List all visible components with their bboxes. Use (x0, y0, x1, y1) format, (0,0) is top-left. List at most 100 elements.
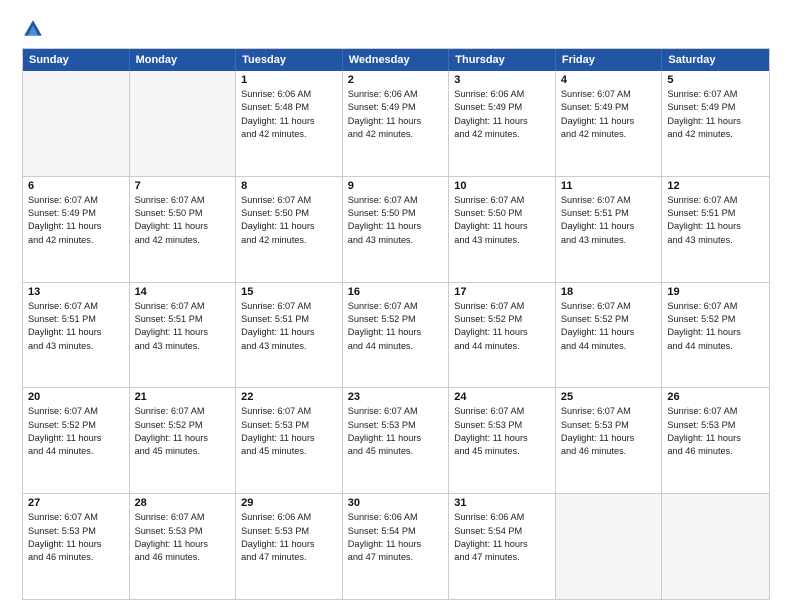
day-number: 7 (135, 180, 231, 192)
calendar-cell (23, 71, 130, 176)
day-number: 26 (667, 391, 764, 403)
header (22, 18, 770, 40)
cell-info-line: Sunset: 5:52 PM (28, 419, 124, 432)
cell-info-line: and 43 minutes. (561, 234, 657, 247)
cell-info-line: Daylight: 11 hours (454, 432, 550, 445)
cell-info-line: Daylight: 11 hours (28, 538, 124, 551)
calendar-cell: 31Sunrise: 6:06 AMSunset: 5:54 PMDayligh… (449, 494, 556, 599)
cell-info-line: Daylight: 11 hours (348, 538, 444, 551)
cell-info-line: and 42 minutes. (135, 234, 231, 247)
cell-info-line: Sunset: 5:52 PM (135, 419, 231, 432)
calendar-cell: 5Sunrise: 6:07 AMSunset: 5:49 PMDaylight… (662, 71, 769, 176)
day-number: 29 (241, 497, 337, 509)
cell-info-line: Daylight: 11 hours (241, 115, 337, 128)
cell-info-line: Sunrise: 6:07 AM (667, 194, 764, 207)
cell-info-line: Sunrise: 6:07 AM (135, 194, 231, 207)
calendar-cell: 6Sunrise: 6:07 AMSunset: 5:49 PMDaylight… (23, 177, 130, 282)
cell-info-line: Sunset: 5:49 PM (454, 101, 550, 114)
cell-info-line: and 47 minutes. (348, 551, 444, 564)
cell-info-line: Sunset: 5:51 PM (28, 313, 124, 326)
calendar-body: 1Sunrise: 6:06 AMSunset: 5:48 PMDaylight… (23, 71, 769, 599)
cell-info-line: and 46 minutes. (135, 551, 231, 564)
cell-info-line: Sunset: 5:53 PM (667, 419, 764, 432)
day-number: 1 (241, 74, 337, 86)
calendar-cell (556, 494, 663, 599)
cell-info-line: Sunset: 5:50 PM (454, 207, 550, 220)
cell-info-line: Daylight: 11 hours (454, 326, 550, 339)
cell-info-line: Sunrise: 6:07 AM (667, 300, 764, 313)
calendar-row: 1Sunrise: 6:06 AMSunset: 5:48 PMDaylight… (23, 71, 769, 176)
cell-info-line: Sunrise: 6:06 AM (241, 511, 337, 524)
day-number: 13 (28, 286, 124, 298)
cell-info-line: Sunrise: 6:07 AM (241, 405, 337, 418)
cell-info-line: and 43 minutes. (348, 234, 444, 247)
day-number: 16 (348, 286, 444, 298)
cell-info-line: Sunrise: 6:06 AM (348, 88, 444, 101)
cell-info-line: Sunset: 5:50 PM (135, 207, 231, 220)
calendar-cell (662, 494, 769, 599)
calendar-cell: 4Sunrise: 6:07 AMSunset: 5:49 PMDaylight… (556, 71, 663, 176)
calendar-cell: 18Sunrise: 6:07 AMSunset: 5:52 PMDayligh… (556, 283, 663, 388)
cell-info-line: Sunset: 5:54 PM (348, 525, 444, 538)
cell-info-line: and 42 minutes. (348, 128, 444, 141)
cell-info-line: and 46 minutes. (667, 445, 764, 458)
cell-info-line: Sunset: 5:53 PM (135, 525, 231, 538)
calendar-header: SundayMondayTuesdayWednesdayThursdayFrid… (23, 49, 769, 71)
page: SundayMondayTuesdayWednesdayThursdayFrid… (0, 0, 792, 612)
cell-info-line: Daylight: 11 hours (135, 326, 231, 339)
day-number: 5 (667, 74, 764, 86)
cell-info-line: and 45 minutes. (135, 445, 231, 458)
cell-info-line: and 44 minutes. (454, 340, 550, 353)
cell-info-line: and 44 minutes. (667, 340, 764, 353)
cell-info-line: Sunset: 5:48 PM (241, 101, 337, 114)
day-number: 12 (667, 180, 764, 192)
cell-info-line: and 43 minutes. (454, 234, 550, 247)
calendar-cell: 20Sunrise: 6:07 AMSunset: 5:52 PMDayligh… (23, 388, 130, 493)
cell-info-line: Daylight: 11 hours (454, 115, 550, 128)
day-number: 4 (561, 74, 657, 86)
cell-info-line: and 42 minutes. (28, 234, 124, 247)
calendar-cell: 1 Sunrise: 6:06 AMSunset: 5:48 PMDaylight… (236, 71, 343, 176)
cell-info-line: Daylight: 11 hours (28, 220, 124, 233)
cell-info-line: Sunrise: 6:06 AM (348, 511, 444, 524)
calendar-cell: 13Sunrise: 6:07 AMSunset: 5:51 PMDayligh… (23, 283, 130, 388)
logo (22, 18, 48, 40)
cell-info-line: Sunrise: 6:07 AM (135, 511, 231, 524)
cell-info-line: Sunset: 5:53 PM (241, 419, 337, 432)
cell-info-line: Daylight: 11 hours (28, 432, 124, 445)
cell-info-line: Sunset: 5:52 PM (348, 313, 444, 326)
cell-info-line: and 42 minutes. (241, 234, 337, 247)
calendar-cell: 12Sunrise: 6:07 AMSunset: 5:51 PMDayligh… (662, 177, 769, 282)
cell-info-line: Daylight: 11 hours (348, 115, 444, 128)
cell-info-line: Daylight: 11 hours (454, 220, 550, 233)
cell-info-line: Sunset: 5:49 PM (28, 207, 124, 220)
cell-info-line: Sunrise: 6:07 AM (561, 300, 657, 313)
cell-info-line: Sunset: 5:53 PM (561, 419, 657, 432)
cell-info-line: and 47 minutes. (241, 551, 337, 564)
cell-info-line: Daylight: 11 hours (28, 326, 124, 339)
cell-info-line: Daylight: 11 hours (241, 326, 337, 339)
cell-info-line: Daylight: 11 hours (561, 115, 657, 128)
day-number: 21 (135, 391, 231, 403)
calendar-cell: 14Sunrise: 6:07 AMSunset: 5:51 PMDayligh… (130, 283, 237, 388)
cell-info-line: Sunrise: 6:06 AM (241, 88, 337, 101)
cell-info-line: and 43 minutes. (28, 340, 124, 353)
day-number: 24 (454, 391, 550, 403)
cell-info-line: Daylight: 11 hours (667, 115, 764, 128)
day-number: 9 (348, 180, 444, 192)
cell-info-line: Sunset: 5:52 PM (454, 313, 550, 326)
cell-info-line: and 45 minutes. (241, 445, 337, 458)
cell-info-line: Sunset: 5:53 PM (28, 525, 124, 538)
cell-info-line: and 43 minutes. (241, 340, 337, 353)
cell-info-line: Sunrise: 6:07 AM (348, 300, 444, 313)
calendar-cell: 19Sunrise: 6:07 AMSunset: 5:52 PMDayligh… (662, 283, 769, 388)
cell-info-line: Sunrise: 6:07 AM (28, 405, 124, 418)
calendar-row: 6Sunrise: 6:07 AMSunset: 5:49 PMDaylight… (23, 176, 769, 282)
day-number: 8 (241, 180, 337, 192)
cell-info-line: Sunset: 5:51 PM (561, 207, 657, 220)
calendar-cell: 10Sunrise: 6:07 AMSunset: 5:50 PMDayligh… (449, 177, 556, 282)
day-number: 15 (241, 286, 337, 298)
calendar-cell: 22Sunrise: 6:07 AMSunset: 5:53 PMDayligh… (236, 388, 343, 493)
day-number: 18 (561, 286, 657, 298)
cell-info-line: Sunset: 5:50 PM (348, 207, 444, 220)
